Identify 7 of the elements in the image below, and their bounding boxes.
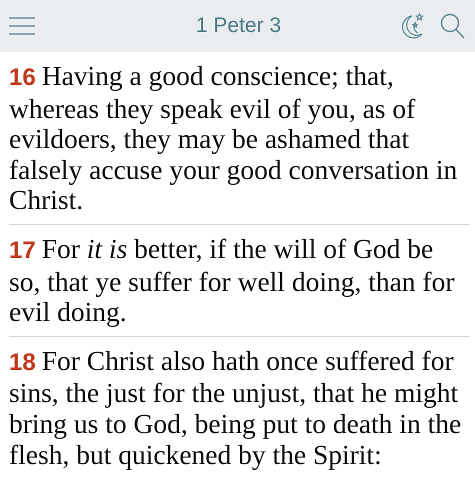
chapter-title: 1 Peter 3: [194, 14, 282, 38]
verse-text: 17 For it is better, if the will of God be so, that ye suffer for well doing, than for evil doing.: [9, 224, 469, 337]
verse-text: 16 Having a good conscience; that, whereas they speak evil of you, as of evildoers, they may be ashamed that falsely accuse your good conversation in Christ.: [9, 52, 469, 225]
verse-text: 18 For Christ also hath once suffered for sins, the just for the unjust, that he might bring us to God, being put to death in the flesh, but quickened by the Spirit:: [9, 344, 462, 472]
search-icon[interactable]: [440, 13, 465, 39]
menu-icon[interactable]: [9, 17, 35, 35]
moon-stars-icon[interactable]: [402, 13, 424, 39]
